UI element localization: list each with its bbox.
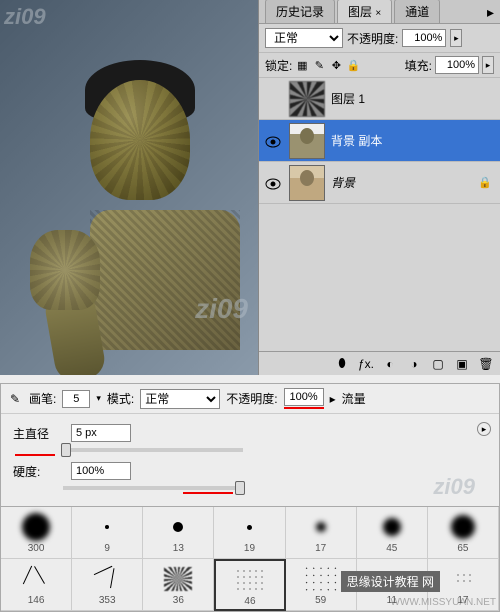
fill-input[interactable] (435, 56, 479, 74)
brush-preset[interactable]: 146 (1, 559, 72, 611)
visibility-toggle[interactable] (265, 177, 281, 189)
lock-label: 锁定: (265, 57, 292, 74)
layer-thumbnail[interactable] (289, 81, 325, 117)
brush-mode-select[interactable]: 正常 (140, 389, 220, 409)
layer-row[interactable]: 背景 副本 (259, 120, 500, 162)
brush-opacity-arrow[interactable]: ▸ (330, 392, 336, 406)
layer-mask-icon[interactable]: ◐ (382, 356, 398, 372)
tab-history[interactable]: 历史记录 (265, 0, 335, 23)
opacity-arrow-icon[interactable]: ▸ (450, 29, 462, 47)
delete-layer-icon[interactable]: 🗑 (478, 356, 494, 372)
tab-layers[interactable]: 图层 × (337, 0, 392, 23)
layer-row[interactable]: 背景 🔒 (259, 162, 500, 204)
lock-transparency-icon[interactable]: ▦ (295, 58, 309, 72)
brush-presets-grid: 300 9 13 19 17 45 65 146 353 36 46 59 11… (1, 506, 499, 611)
visibility-toggle[interactable] (265, 93, 281, 105)
lock-position-icon[interactable]: ✥ (329, 58, 343, 72)
link-layers-icon[interactable]: ⬮ (334, 356, 350, 372)
brush-tool-icon[interactable]: ✎ (7, 391, 23, 407)
tab-channels[interactable]: 通道 (394, 0, 440, 23)
watermark-bottom: zi09 (195, 293, 248, 325)
opacity-label: 不透明度: (347, 30, 398, 47)
hardness-label: 硬度: (13, 463, 63, 480)
hardness-input[interactable] (71, 462, 131, 480)
brush-preset[interactable]: 9 (72, 507, 143, 559)
flow-label: 流量 (342, 390, 366, 407)
lock-pixels-icon[interactable]: ✎ (312, 58, 326, 72)
brush-preset[interactable]: 36 (143, 559, 214, 611)
blend-mode-select[interactable]: 正常 (265, 28, 343, 48)
brush-preset[interactable]: 353 (72, 559, 143, 611)
layer-name[interactable]: 图层 1 (331, 90, 496, 107)
panel-menu-icon[interactable]: ▸ (481, 2, 500, 23)
brush-preset[interactable]: 46 (214, 559, 285, 611)
layer-thumbnail[interactable] (289, 165, 325, 201)
layer-thumbnail[interactable] (289, 123, 325, 159)
brush-preset[interactable]: 45 (357, 507, 428, 559)
brush-toolbar: ✎ 画笔: ▾ 模式: 正常 不透明度: ▸ 流量 (1, 384, 499, 414)
lock-all-icon[interactable]: 🔒 (346, 58, 360, 72)
layers-list: 图层 1 背景 副本 背景 🔒 (259, 78, 500, 351)
tutorial-label: 思缘设计教程 网 (341, 571, 440, 592)
brush-preset[interactable]: 300 (1, 507, 72, 559)
adjustment-layer-icon[interactable]: ◑ (406, 356, 422, 372)
layer-effects-icon[interactable]: ƒx. (358, 356, 374, 372)
site-watermark: WWW.MISSYUAN.NET (390, 597, 496, 608)
group-icon[interactable]: ▢ (430, 356, 446, 372)
brush-label: 画笔: (29, 390, 56, 407)
fill-arrow-icon[interactable]: ▸ (482, 56, 494, 74)
layers-footer: ⬮ ƒx. ◐ ◑ ▢ ▣ 🗑 (259, 351, 500, 375)
layers-panel: 历史记录 图层 × 通道 ▸ 正常 不透明度: ▸ 锁定: ▦ ✎ ✥ 🔒 填充… (258, 0, 500, 375)
brush-size-input[interactable] (62, 390, 90, 408)
brush-preset[interactable]: 19 (214, 507, 285, 559)
brush-opacity-input[interactable] (284, 388, 324, 406)
lock-icon: 🔒 (478, 176, 492, 189)
brush-preset[interactable]: 13 (143, 507, 214, 559)
document-canvas[interactable]: zi09 zi09 (0, 0, 258, 375)
brush-controls: ▸ 主直径 硬度: zi09 (1, 414, 499, 506)
diameter-input[interactable] (71, 424, 131, 442)
dropdown-arrow-icon[interactable]: ▸ (477, 422, 491, 436)
watermark-top: zi09 (4, 4, 46, 30)
new-layer-icon[interactable]: ▣ (454, 356, 470, 372)
diameter-slider[interactable] (63, 448, 243, 452)
panel-tabs: 历史记录 图层 × 通道 ▸ (259, 0, 500, 24)
brush-preset[interactable]: 65 (428, 507, 499, 559)
mode-label: 模式: (107, 390, 134, 407)
layer-name[interactable]: 背景 (331, 174, 472, 191)
fill-label: 填充: (405, 57, 432, 74)
brush-watermark: zi09 (433, 474, 475, 500)
hardness-slider[interactable] (63, 486, 243, 490)
brush-opacity-label: 不透明度: (226, 390, 277, 407)
layer-name[interactable]: 背景 副本 (331, 132, 496, 149)
opacity-input[interactable] (402, 29, 446, 47)
brush-preset[interactable]: 17 (286, 507, 357, 559)
diameter-label: 主直径 (13, 425, 63, 442)
visibility-toggle[interactable] (265, 135, 281, 147)
layer-row[interactable]: 图层 1 (259, 78, 500, 120)
